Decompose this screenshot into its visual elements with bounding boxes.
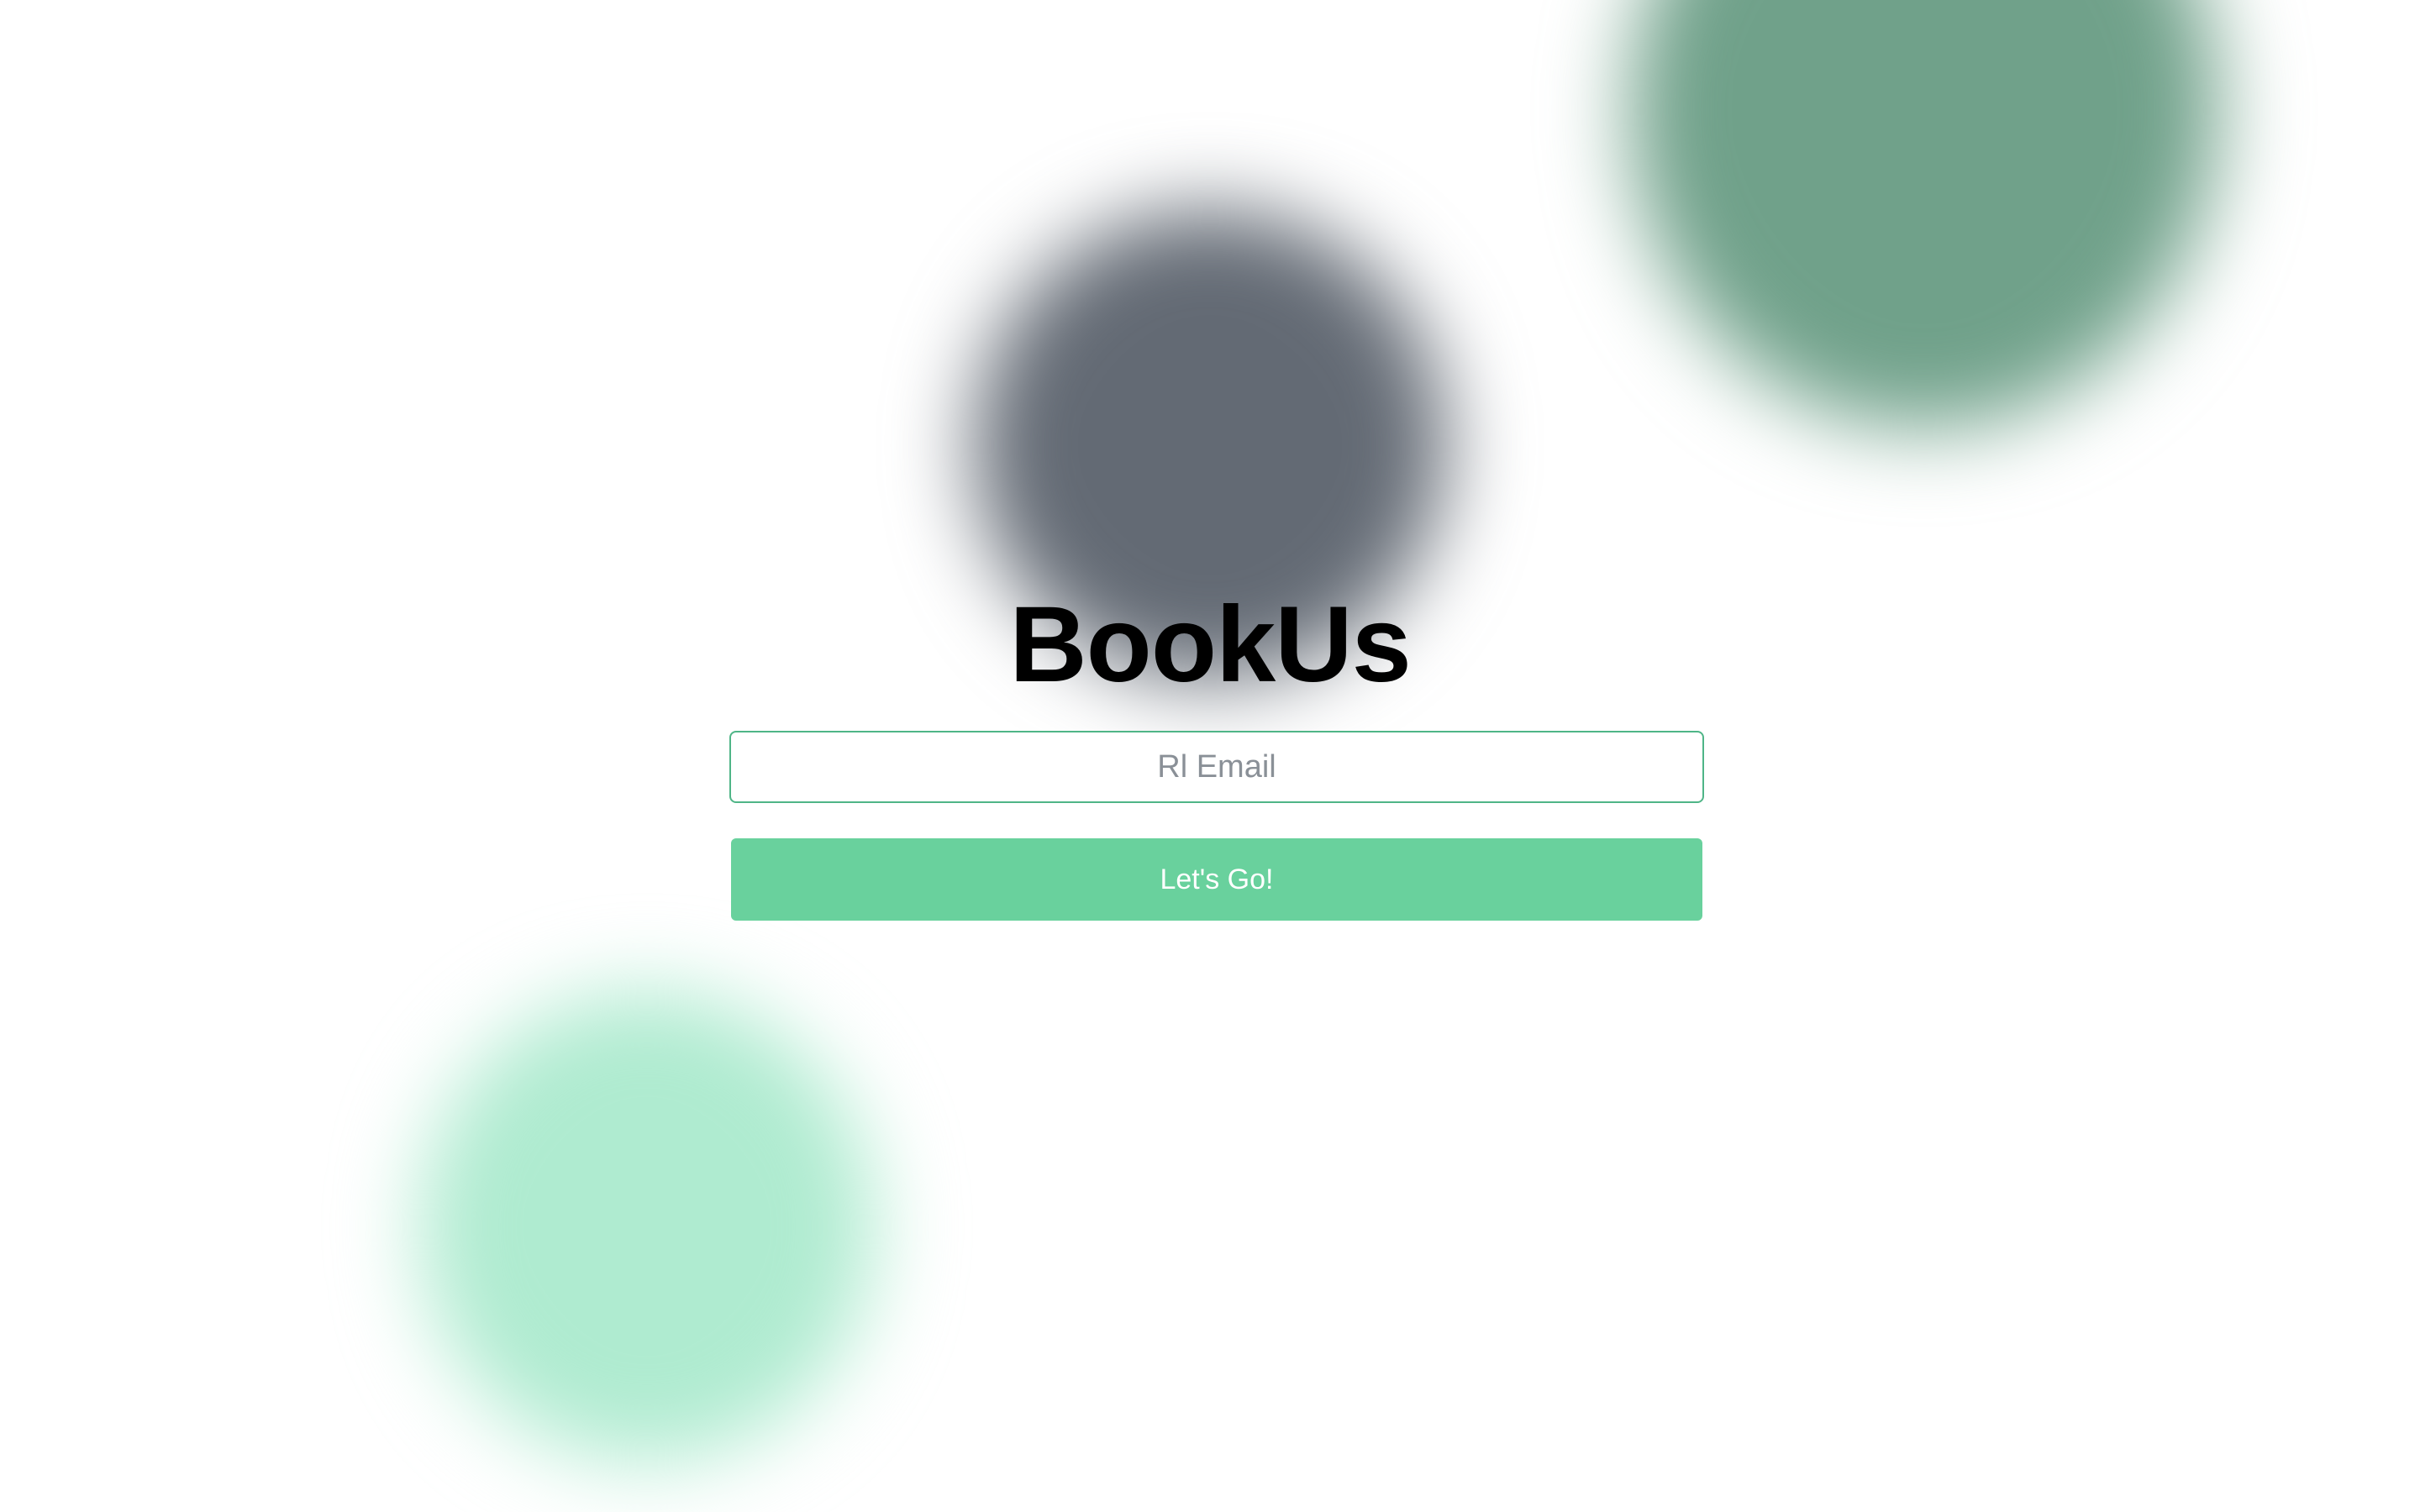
email-input[interactable] <box>729 731 1704 803</box>
page-background: BookUs Let's Go! <box>0 0 2420 1512</box>
login-container: BookUs Let's Go! <box>0 0 2420 1512</box>
lets-go-button[interactable]: Let's Go! <box>731 838 1702 921</box>
app-title: BookUs <box>1009 585 1412 705</box>
